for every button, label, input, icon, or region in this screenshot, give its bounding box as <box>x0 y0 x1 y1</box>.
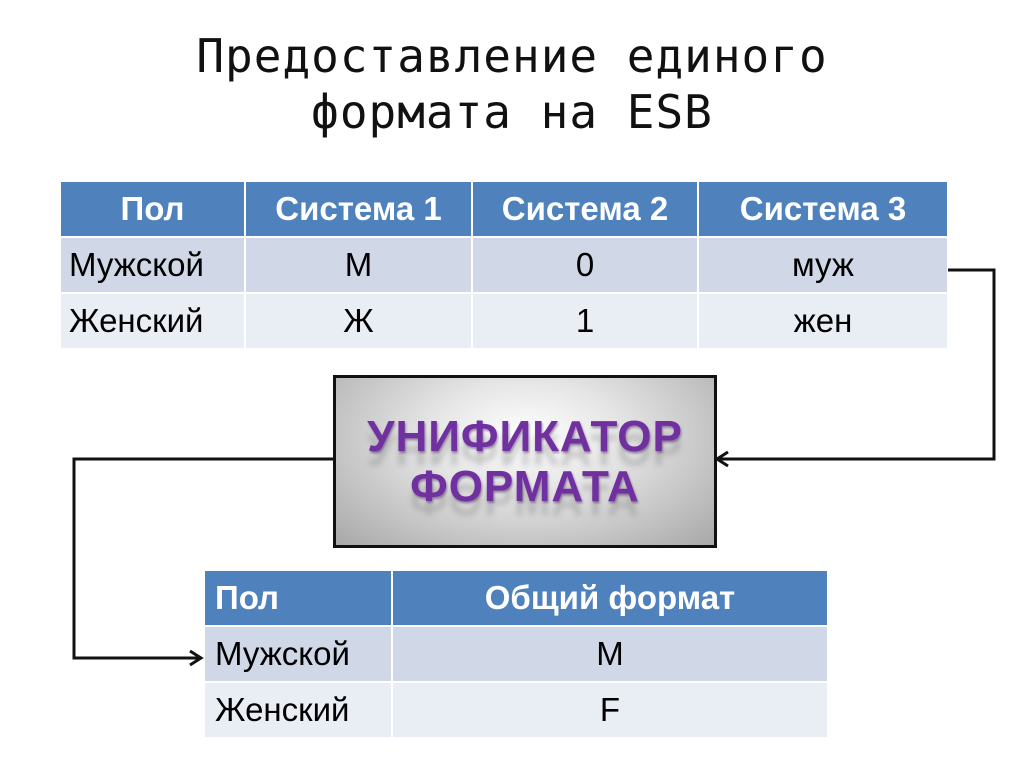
common-format-table: Пол Общий формат Мужской M Женский F <box>203 569 829 739</box>
header-cell-system-3: Система 3 <box>699 182 947 236</box>
table-cell: Мужской <box>61 238 244 292</box>
table-row: Женский Ж 1 жен <box>61 294 947 348</box>
table-cell: Ж <box>246 294 471 348</box>
table-cell: Женский <box>61 294 244 348</box>
title-line-1: Предоставление единого <box>196 29 828 83</box>
table-row: Мужской М 0 муж <box>61 238 947 292</box>
table-row: Мужской M <box>205 627 827 681</box>
unifier-label-line-1: УНИФИКАТОР <box>367 411 683 461</box>
table-cell: жен <box>699 294 947 348</box>
title-line-2: формата на ESB <box>311 85 713 139</box>
header-cell-system-2: Система 2 <box>473 182 697 236</box>
table-header-row: Пол Система 1 Система 2 Система 3 <box>61 182 947 236</box>
table-row: Женский F <box>205 683 827 737</box>
table-cell: М <box>246 238 471 292</box>
arrow-left-icon <box>714 450 729 468</box>
header-cell-gender: Пол <box>205 571 391 625</box>
header-cell-common-format: Общий формат <box>393 571 827 625</box>
header-cell-gender: Пол <box>61 182 244 236</box>
source-systems-table: Пол Система 1 Система 2 Система 3 Мужско… <box>59 180 949 350</box>
table-header-row: Пол Общий формат <box>205 571 827 625</box>
table-cell: Мужской <box>205 627 391 681</box>
table-cell: M <box>393 627 827 681</box>
table-cell: 0 <box>473 238 697 292</box>
table-cell: муж <box>699 238 947 292</box>
table-cell: 1 <box>473 294 697 348</box>
slide-title: Предоставление единого формата на ESB <box>0 28 1024 140</box>
format-unifier-box: УНИФИКАТОР ФОРМАТА <box>333 375 717 548</box>
header-cell-system-1: Система 1 <box>246 182 471 236</box>
arrow-right-icon <box>189 649 204 667</box>
unifier-label-line-2: ФОРМАТА <box>410 461 640 511</box>
table-cell: Женский <box>205 683 391 737</box>
table-cell: F <box>393 683 827 737</box>
